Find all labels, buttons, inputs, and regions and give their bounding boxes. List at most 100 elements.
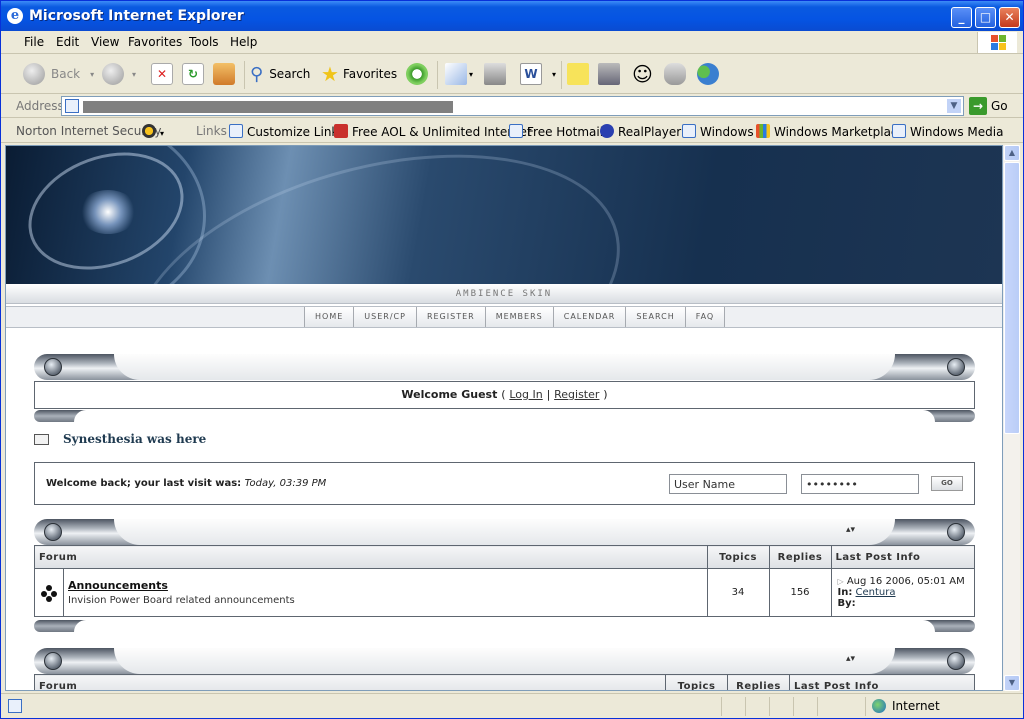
ie-logo-icon: e (7, 8, 23, 24)
nav-usercp[interactable]: USER/CP (354, 307, 417, 327)
standard-toolbar: Back ▾ ▾ ✕ ↻ ⚲ Search ★ Favorites ▾ W ▾ ☺ (1, 55, 1023, 94)
page-viewport: AMBIENCE SKIN HOME USER/CP REGISTER MEMB… (5, 145, 1003, 691)
forum-table: Forum Topics Replies Last Post Info (34, 674, 975, 690)
msn-buddy-icon (697, 63, 719, 85)
minimize-button[interactable]: _ (951, 7, 972, 28)
link-customize-links[interactable]: Customize Links (229, 124, 345, 139)
nav-members[interactable]: MEMBERS (485, 307, 554, 327)
title-bar: e Microsoft Internet Explorer _ □ ✕ (1, 1, 1023, 31)
link-realplayer[interactable]: RealPlayer (600, 124, 681, 139)
register-link[interactable]: Register (554, 388, 599, 401)
mail-button[interactable]: ▾ (445, 61, 473, 87)
scroll-up-arrow-icon[interactable]: ▲ (1004, 145, 1020, 161)
col-last-post: Last Post Info (789, 674, 975, 690)
forum-description: Invision Power Board related announcemen… (68, 595, 295, 606)
nav-register[interactable]: REGISTER (416, 307, 486, 327)
folder-icon (34, 433, 49, 445)
realplayer-icon (600, 124, 614, 138)
forward-dropdown-icon[interactable]: ▾ (132, 70, 136, 79)
login-go-button[interactable]: GO (931, 476, 963, 491)
page-icon (65, 99, 79, 113)
forum-name-link[interactable]: Announcements (68, 579, 707, 592)
maximize-button[interactable]: □ (975, 7, 996, 28)
notes-button[interactable] (567, 61, 589, 87)
stop-button[interactable]: ✕ (151, 61, 173, 87)
scroll-down-arrow-icon[interactable]: ▼ (1004, 675, 1020, 691)
col-replies: Replies (727, 674, 790, 690)
ie-page-icon (229, 124, 243, 138)
favorites-button[interactable]: ★ Favorites (321, 61, 397, 87)
collapse-category-icon[interactable]: ▴▾ (846, 525, 855, 535)
forum-info-cell: Announcements Invision Power Board relat… (63, 568, 708, 617)
menu-view[interactable]: View (91, 35, 119, 49)
research-button[interactable] (598, 61, 620, 87)
print-button[interactable] (484, 61, 506, 87)
history-button[interactable] (406, 61, 428, 87)
forward-button[interactable]: ▾ (102, 61, 136, 87)
messenger-button[interactable]: ☺ (632, 61, 653, 87)
page-icon (8, 699, 22, 713)
favorites-star-icon: ★ (321, 62, 339, 86)
category-header: ▴▾ (34, 648, 975, 674)
username-input[interactable]: User Name (669, 474, 787, 494)
stop-icon: ✕ (151, 63, 173, 85)
collapse-category-icon[interactable]: ▴▾ (846, 654, 855, 664)
last-visit-box: Welcome back; your last visit was: Today… (34, 462, 975, 505)
last-post-arrow-icon[interactable]: ▷ (838, 577, 844, 586)
home-button[interactable] (213, 61, 235, 87)
research-icon (598, 63, 620, 85)
nav-search[interactable]: SEARCH (626, 307, 686, 327)
vertical-scrollbar[interactable]: ▲ ▼ (1003, 145, 1020, 691)
menu-favorites[interactable]: Favorites (128, 35, 182, 49)
refresh-button[interactable]: ↻ (182, 61, 204, 87)
address-input[interactable]: ▼ (61, 96, 964, 116)
forum-last-post: ▷ Aug 16 2006, 05:01 AM In: Centura By: (830, 568, 975, 617)
col-forum: Forum (34, 545, 708, 569)
last-post-topic-link[interactable]: Centura (856, 587, 896, 598)
scroll-thumb[interactable] (1004, 162, 1020, 434)
login-link[interactable]: Log In (509, 388, 542, 401)
nav-calendar[interactable]: CALENDAR (553, 307, 627, 327)
links-label: Links (196, 124, 227, 138)
discuss-button[interactable] (664, 61, 686, 87)
msn-messenger-button[interactable] (697, 61, 719, 87)
notes-icon (567, 63, 589, 85)
back-button[interactable]: Back ▾ (23, 61, 94, 87)
ie-page-icon (682, 124, 696, 138)
link-windows[interactable]: Windows (682, 124, 754, 139)
back-dropdown-icon[interactable]: ▾ (90, 70, 94, 79)
link-free-hotmail[interactable]: Free Hotmail (509, 124, 603, 139)
menu-help[interactable]: Help (230, 35, 257, 49)
table-row: Announcements Invision Power Board relat… (34, 568, 975, 617)
menu-edit[interactable]: Edit (56, 35, 79, 49)
welcome-box-header (34, 354, 975, 380)
refresh-icon: ↻ (182, 63, 204, 85)
browser-window: e Microsoft Internet Explorer _ □ ✕ File… (0, 0, 1024, 719)
link-free-aol[interactable]: Free AOL & Unlimited Internet (334, 124, 532, 139)
nav-faq[interactable]: FAQ (685, 307, 726, 327)
site-name: Synesthesia was here (63, 432, 207, 446)
search-button[interactable]: ⚲ Search (250, 61, 310, 87)
go-button[interactable]: → Go (969, 97, 1008, 115)
forward-arrow-icon (102, 63, 124, 85)
print-icon (484, 63, 506, 85)
category-footer (34, 620, 975, 632)
password-input[interactable]: •••••••• (801, 474, 919, 494)
nav-bar: HOME USER/CP REGISTER MEMBERS CALENDAR S… (6, 306, 1002, 328)
link-windows-media[interactable]: Windows Media (892, 124, 1003, 139)
word-icon: W (520, 63, 542, 85)
menu-tools[interactable]: Tools (189, 35, 219, 49)
menu-file[interactable]: File (24, 35, 44, 49)
norton-menu-button[interactable]: ▾ (142, 124, 164, 139)
link-windows-marketplace[interactable]: Windows Marketplace (756, 124, 905, 139)
edit-dropdown-icon[interactable]: ▾ (552, 70, 556, 79)
ie-page-icon (892, 124, 906, 138)
mail-icon (445, 63, 467, 85)
nav-home[interactable]: HOME (305, 307, 355, 327)
mail-dropdown-icon[interactable]: ▾ (469, 70, 473, 79)
address-dropdown-icon[interactable]: ▼ (946, 98, 962, 114)
edit-button[interactable]: W ▾ (520, 61, 556, 87)
close-button[interactable]: ✕ (999, 7, 1020, 28)
address-url-redacted (83, 101, 453, 113)
forum-status-cell (34, 568, 64, 617)
